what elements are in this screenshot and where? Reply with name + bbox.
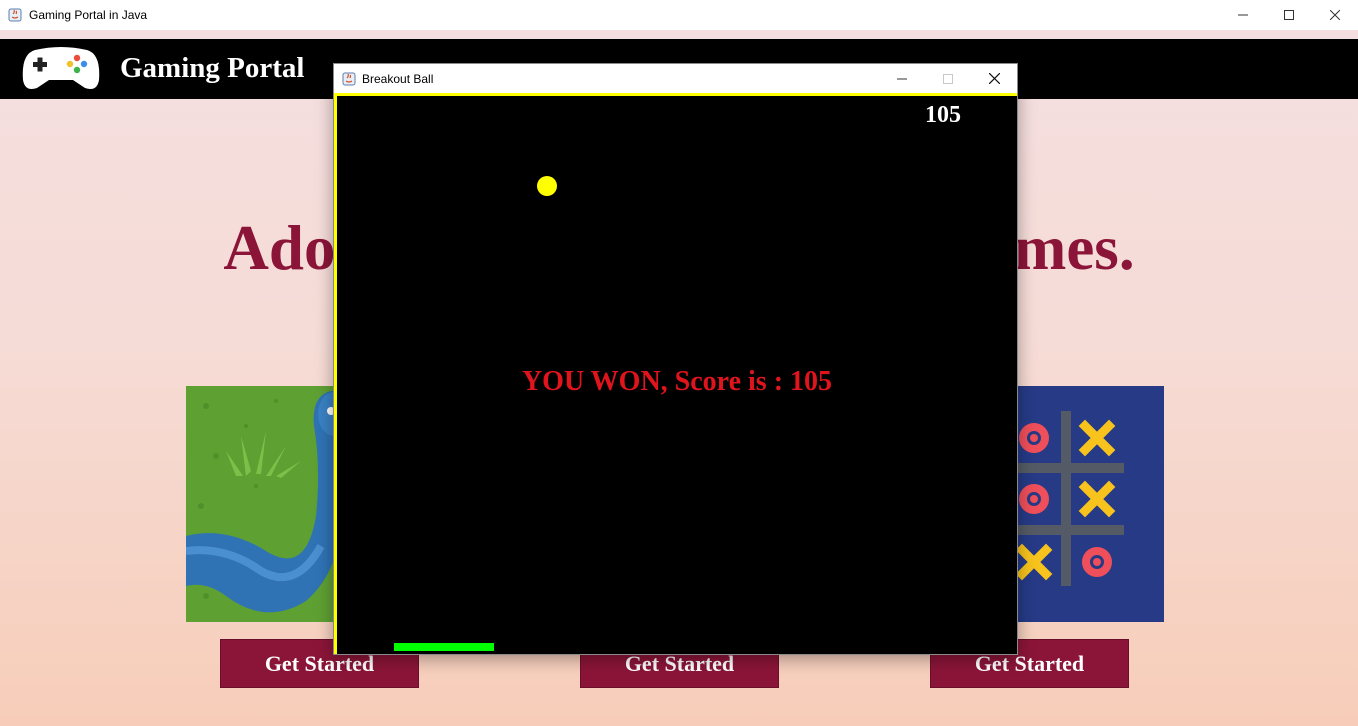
maximize-icon xyxy=(943,73,953,84)
minimize-icon xyxy=(1238,14,1248,16)
minimize-button[interactable] xyxy=(1220,0,1266,30)
gamepad-logo-icon xyxy=(22,47,100,89)
app-title: Gaming Portal xyxy=(120,52,305,84)
java-icon xyxy=(8,8,22,22)
close-icon xyxy=(988,73,1000,84)
game-canvas[interactable]: 105 YOU WON, Score is : 105 xyxy=(334,93,1017,654)
game-window-title: Breakout Ball xyxy=(362,71,434,86)
maximize-button[interactable] xyxy=(1266,0,1312,30)
main-window-titlebar: Gaming Portal in Java xyxy=(0,0,1358,30)
minimize-icon xyxy=(897,78,907,79)
close-button[interactable] xyxy=(1312,0,1358,30)
main-window-title: Gaming Portal in Java xyxy=(29,8,148,22)
win-message: YOU WON, Score is : 105 xyxy=(521,366,833,397)
game-maximize-button[interactable] xyxy=(925,64,971,93)
breakout-ball-window: Breakout Ball 105 YOU WON, Score is : 10… xyxy=(333,63,1018,655)
close-icon xyxy=(1330,10,1340,20)
paddle[interactable] xyxy=(394,643,494,651)
game-minimize-button[interactable] xyxy=(879,64,925,93)
java-icon xyxy=(342,72,356,85)
score-display: 105 xyxy=(925,102,961,128)
game-close-button[interactable] xyxy=(971,64,1017,93)
maximize-icon xyxy=(1284,10,1294,20)
game-window-titlebar: Breakout Ball xyxy=(334,64,1017,93)
ball xyxy=(537,176,557,196)
